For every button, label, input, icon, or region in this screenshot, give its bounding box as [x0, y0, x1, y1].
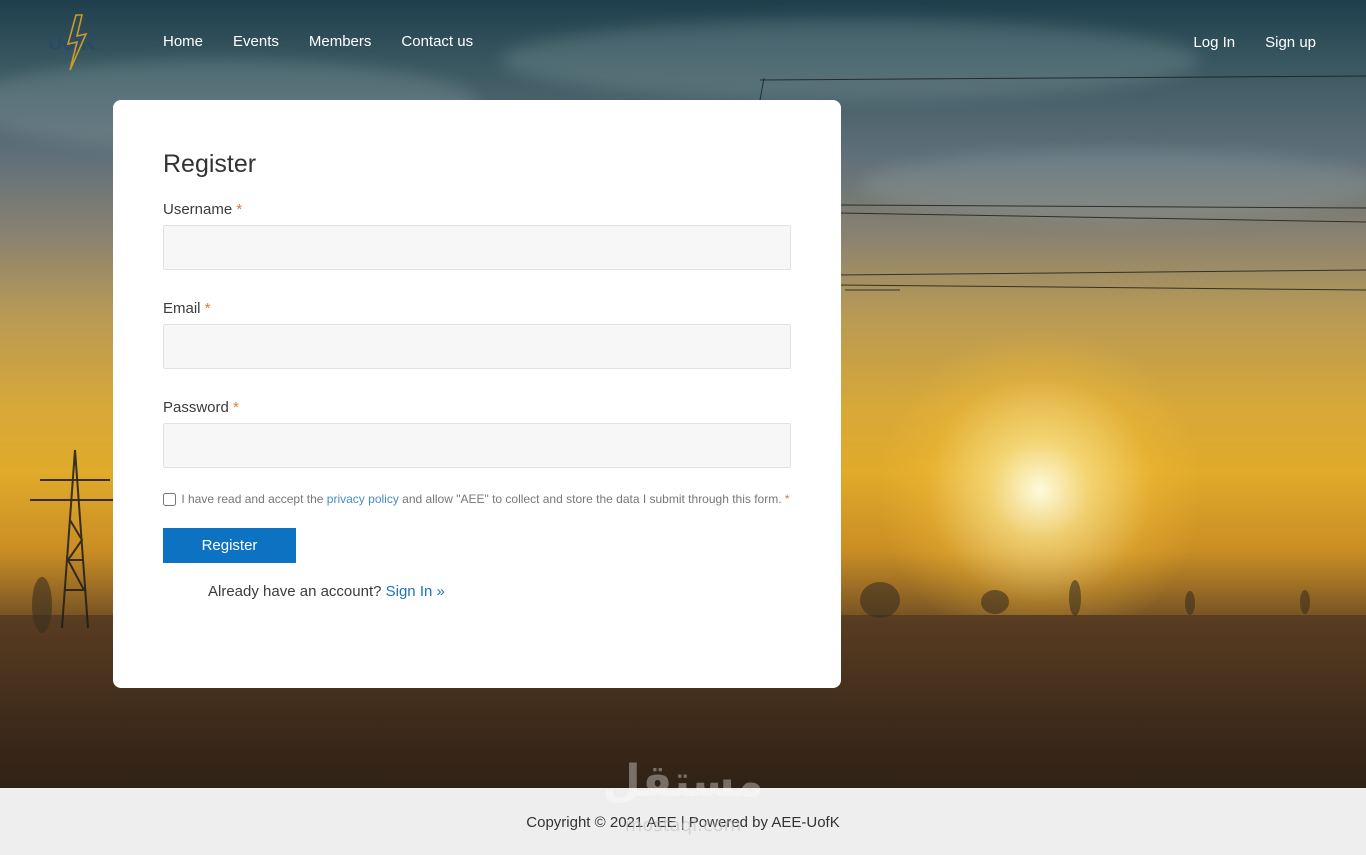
- consent-text-prefix: I have read and accept the: [181, 492, 324, 506]
- signin-row: Already have an account? Sign In »: [208, 583, 791, 600]
- required-asterisk: *: [236, 201, 243, 218]
- site-logo[interactable]: UofK: [46, 12, 104, 74]
- register-button[interactable]: Register: [163, 528, 296, 563]
- password-label: Password *: [163, 399, 791, 416]
- email-label: Email *: [163, 300, 791, 317]
- privacy-consent-checkbox[interactable]: [163, 493, 176, 507]
- main-nav: Home Events Members Contact us: [163, 33, 473, 50]
- signup-link[interactable]: Sign up: [1265, 34, 1316, 51]
- username-field[interactable]: [163, 225, 791, 270]
- register-card: Register Username * Email * Password * I…: [113, 100, 841, 688]
- privacy-consent: I have read and accept the privacy polic…: [163, 484, 791, 514]
- password-field[interactable]: [163, 423, 791, 468]
- email-field[interactable]: [163, 324, 791, 369]
- nav-home[interactable]: Home: [163, 33, 203, 50]
- logo-text: UofK: [48, 33, 96, 55]
- privacy-policy-link[interactable]: privacy policy: [327, 492, 399, 506]
- password-label-text: Password: [163, 399, 229, 416]
- auth-links: Log In Sign up: [1193, 34, 1316, 51]
- nav-members[interactable]: Members: [309, 33, 372, 50]
- login-link[interactable]: Log In: [1193, 34, 1235, 51]
- signin-link[interactable]: Sign In »: [386, 583, 445, 600]
- email-label-text: Email: [163, 300, 201, 317]
- required-asterisk: *: [784, 492, 790, 506]
- lightning-bolt-icon: UofK: [48, 14, 96, 71]
- watermark-url: mostaql.com: [624, 815, 742, 836]
- username-label-text: Username: [163, 201, 233, 218]
- required-asterisk: *: [233, 399, 239, 416]
- nav-events[interactable]: Events: [233, 33, 279, 50]
- signin-prompt: Already have an account?: [208, 583, 382, 600]
- page-title: Register: [163, 150, 257, 178]
- username-label: Username *: [163, 201, 791, 218]
- required-asterisk: *: [204, 300, 211, 317]
- nav-contact-us[interactable]: Contact us: [401, 33, 473, 50]
- consent-text-suffix: and allow "AEE" to collect and store the…: [402, 492, 782, 506]
